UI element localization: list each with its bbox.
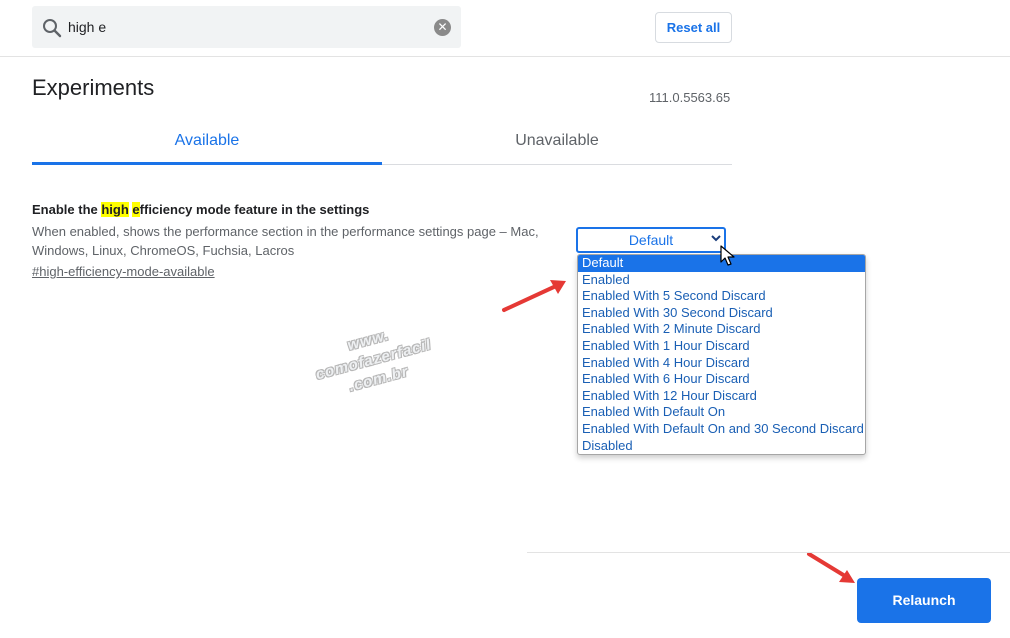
search-input[interactable] (68, 17, 408, 37)
select-option[interactable]: Enabled With 12 Hour Discard (578, 388, 865, 405)
active-tab-indicator (32, 162, 382, 165)
select-option[interactable]: Enabled With 2 Minute Discard (578, 321, 865, 338)
select-option[interactable]: Enabled With Default On (578, 404, 865, 421)
tab-unavailable[interactable]: Unavailable (382, 132, 732, 162)
select-option[interactable]: Enabled With 30 Second Discard (578, 305, 865, 322)
select-dropdown-list: Default Enabled Enabled With 5 Second Di… (577, 254, 866, 455)
footer-divider (527, 552, 1010, 553)
watermark-logo: www. comofazerfacil .com.br (293, 312, 456, 418)
header-divider (0, 56, 1010, 57)
search-icon (43, 19, 62, 38)
select-option[interactable]: Enabled With 6 Hour Discard (578, 371, 865, 388)
select-option[interactable]: Disabled (578, 438, 865, 454)
mouse-cursor-icon (720, 245, 735, 266)
search-highlight: e (132, 202, 140, 217)
experiment-title: Enable the high efficiency mode feature … (32, 202, 369, 217)
title-text-end: fficiency mode feature in the settings (139, 202, 370, 217)
tab-available[interactable]: Available (32, 132, 382, 162)
close-icon[interactable]: ✕ (434, 19, 451, 36)
experiment-description: When enabled, shows the performance sect… (32, 224, 539, 258)
page-title: Experiments (32, 75, 155, 100)
annotation-arrow-icon (502, 280, 566, 312)
title-text-start: Enable the (32, 202, 102, 217)
experiment-select[interactable]: Default (576, 227, 726, 253)
select-option[interactable]: Enabled With 5 Second Discard (578, 288, 865, 305)
select-option[interactable]: Enabled With Default On and 30 Second Di… (578, 421, 865, 438)
reset-all-button[interactable]: Reset all (655, 12, 732, 43)
select-option[interactable]: Enabled (578, 272, 865, 289)
select-option[interactable]: Enabled With 4 Hour Discard (578, 355, 865, 372)
select-option[interactable]: Enabled With 1 Hour Discard (578, 338, 865, 355)
annotation-arrow-icon (807, 552, 855, 583)
experiment-permalink[interactable]: #high-efficiency-mode-available (32, 264, 215, 279)
chevron-down-icon (711, 235, 721, 242)
version-label: 111.0.5563.65 (649, 90, 731, 105)
search-highlight: high (101, 202, 129, 217)
relaunch-button[interactable]: Relaunch (857, 578, 991, 623)
